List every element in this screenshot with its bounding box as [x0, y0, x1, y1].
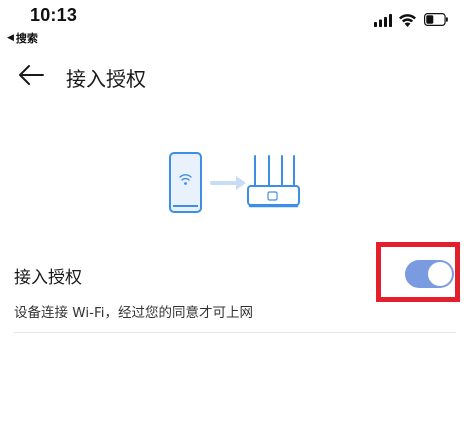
back-triangle-icon: ◀: [7, 33, 14, 43]
arrow-left-icon[interactable]: [16, 60, 46, 90]
router-icon: [247, 155, 300, 208]
status-time: 10:13: [30, 5, 78, 25]
signal-icon: [374, 14, 392, 27]
setting-description: 设备连接 Wi-Fi，经过您的同意才可上网: [14, 305, 253, 321]
wifi-icon: [399, 14, 416, 27]
back-app-label: 搜索: [15, 32, 38, 45]
screen: 10:13 ◀ 搜索 接入授权 接入授权 设备连接 Wi-Fi，经过您的同意才可…: [0, 0, 470, 436]
arrow-right-icon: [210, 176, 246, 190]
page-title: 接入授权: [66, 67, 146, 91]
divider: [14, 332, 456, 333]
back-to-app-link[interactable]: ◀ 搜索: [7, 30, 38, 46]
phone-wifi-icon: [169, 152, 202, 213]
connection-illustration: [169, 152, 300, 213]
highlight-annotation: [376, 242, 460, 302]
battery-icon: [424, 13, 448, 26]
setting-title: 接入授权: [14, 268, 82, 288]
